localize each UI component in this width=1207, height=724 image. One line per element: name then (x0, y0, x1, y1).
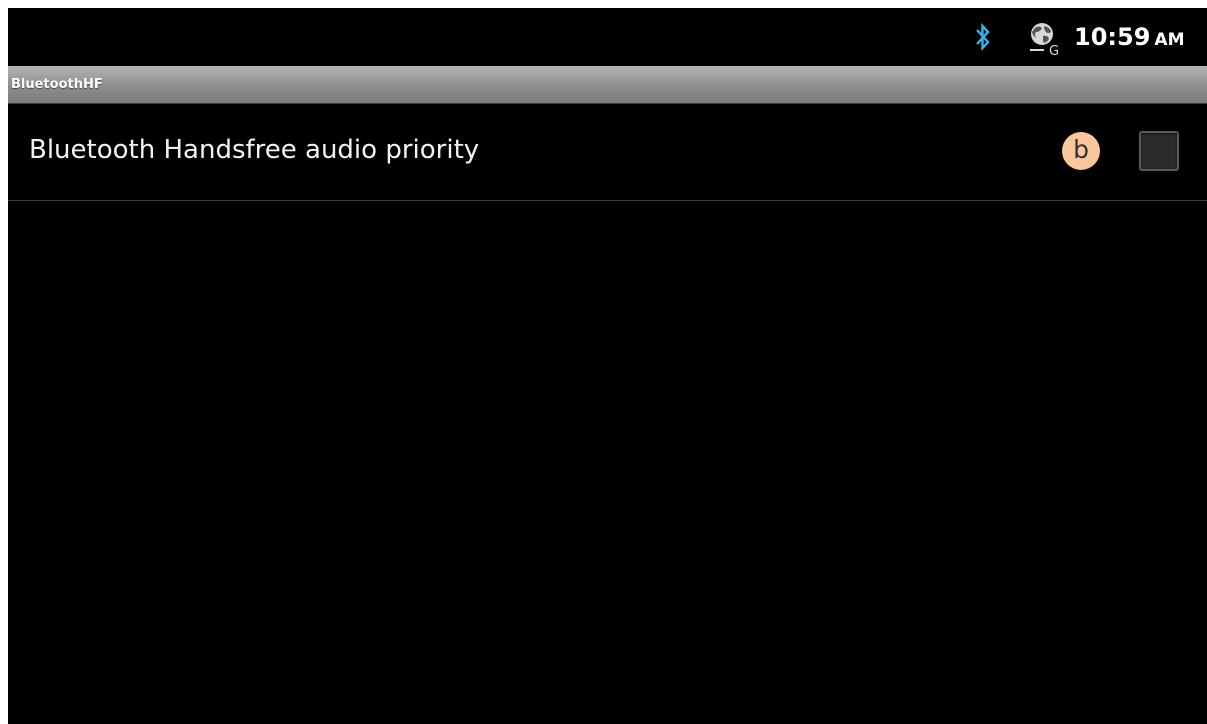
preference-row-handsfree-priority[interactable]: Bluetooth Handsfree audio priority b (8, 104, 1207, 200)
clock: 10:59 AM (1074, 22, 1184, 52)
globe-network-icon: G (1030, 23, 1059, 56)
app-title: BluetoothHF (11, 77, 103, 92)
clock-time: 10:59 (1074, 23, 1151, 51)
handsfree-priority-checkbox[interactable] (1139, 131, 1179, 171)
screen: G 10:59 AM BluetoothHF Bluetooth Handsfre… (8, 8, 1207, 724)
clock-ampm: AM (1154, 30, 1185, 50)
bluetooth-icon (976, 22, 990, 52)
preference-label: Bluetooth Handsfree audio priority (29, 135, 480, 165)
annotation-badge: b (1062, 132, 1100, 170)
network-type-label: G (1049, 44, 1059, 56)
status-bar: G 10:59 AM (8, 8, 1207, 66)
app-title-bar: BluetoothHF (8, 66, 1207, 104)
empty-content-area (8, 201, 1207, 724)
